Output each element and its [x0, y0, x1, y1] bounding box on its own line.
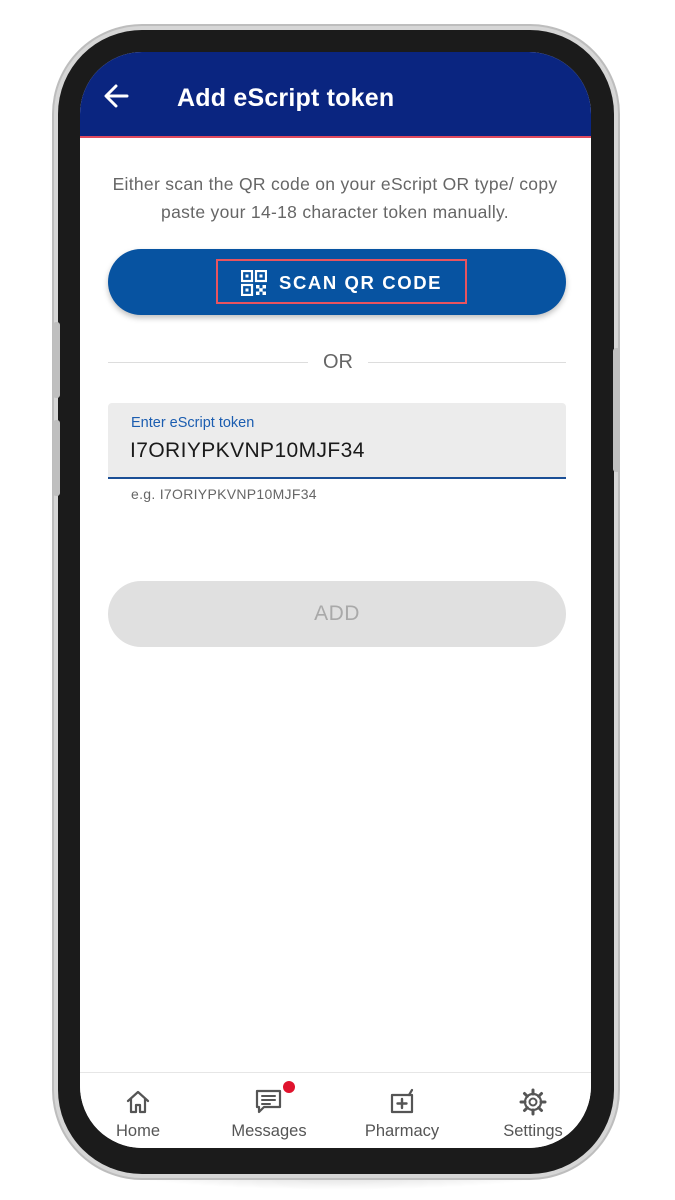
nav-label-settings: Settings	[503, 1122, 563, 1140]
escript-token-input[interactable]: Enter eScript token I7ORIYPKVNP10MJF34	[108, 403, 566, 479]
home-icon	[126, 1090, 150, 1114]
volume-up-button	[53, 322, 60, 398]
token-helper-text: e.g. I7ORIYPKVNP10MJF34	[131, 486, 317, 502]
instructions-text: Either scan the QR code on your eScript …	[112, 174, 558, 222]
pharmacy-icon	[390, 1088, 414, 1114]
divider-left	[108, 362, 308, 363]
nav-item-messages[interactable]: Messages	[214, 1081, 324, 1145]
power-button	[613, 348, 620, 472]
divider-right	[368, 362, 566, 363]
page-title: Add eScript token	[177, 84, 395, 112]
nav-item-home[interactable]: Home	[83, 1081, 193, 1145]
nav-item-pharmacy[interactable]: Pharmacy	[347, 1081, 457, 1145]
back-button[interactable]	[102, 82, 130, 110]
scan-qr-button-content[interactable]: SCAN QR CODE	[241, 269, 442, 297]
or-divider-text: OR	[323, 351, 353, 373]
nav-label-pharmacy: Pharmacy	[364, 1122, 440, 1140]
add-button-label: ADD	[314, 602, 360, 625]
nav-item-settings[interactable]: Settings	[478, 1081, 588, 1145]
nav-label-home: Home	[115, 1122, 160, 1140]
gear-icon	[519, 1088, 547, 1116]
add-button[interactable]: ADD	[108, 581, 566, 647]
bottom-navigation: Home Messages Pharmacy Settings	[80, 1072, 591, 1148]
messages-icon	[255, 1089, 282, 1114]
scan-qr-label: SCAN QR CODE	[279, 272, 443, 293]
app-header: Add eScript token	[80, 52, 591, 138]
volume-down-button	[53, 420, 60, 496]
messages-badge	[283, 1081, 295, 1093]
arrow-left-icon	[104, 84, 129, 108]
phone-screen: Add eScript token Either scan the QR cod…	[80, 52, 591, 1148]
qr-code-icon	[241, 270, 267, 296]
nav-label-messages: Messages	[231, 1122, 307, 1140]
token-input-value[interactable]: I7ORIYPKVNP10MJF34	[130, 439, 365, 463]
token-input-label: Enter eScript token	[131, 415, 255, 431]
